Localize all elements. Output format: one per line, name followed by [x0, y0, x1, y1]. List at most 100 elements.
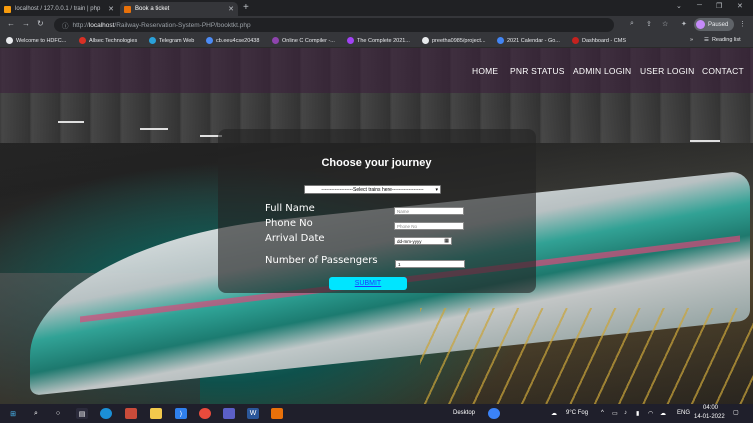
tab-title: Book a ticket — [135, 6, 170, 12]
ceiling-lamp — [690, 140, 720, 142]
star-icon[interactable]: ☆ — [662, 20, 668, 28]
chrome-icon[interactable] — [199, 408, 211, 419]
reading-list-button[interactable]: ☰ Reading list — [704, 37, 741, 43]
browser-tabstrip: localhost / 127.0.0.1 / train | php ✕ Bo… — [0, 0, 753, 16]
close-icon[interactable]: ✕ — [228, 5, 234, 13]
github-icon — [422, 37, 429, 44]
address-bar[interactable]: ⓘ http://localhost/Railway-Reservation-S… — [54, 18, 614, 32]
widgets-icon[interactable]: ▤ — [76, 408, 88, 419]
nav-user-login[interactable]: USER LOGIN — [640, 66, 694, 76]
bookmark-item[interactable]: Allsec Technologies — [79, 37, 137, 44]
clock-time[interactable]: 04:00 — [703, 405, 718, 411]
volume-icon[interactable]: ♪ — [624, 410, 627, 416]
notification-icon[interactable]: ▢ — [733, 409, 739, 416]
bookmark-label: Telegram Web — [159, 37, 195, 44]
bookmark-item[interactable]: Welcome to HDFC... — [6, 37, 66, 44]
new-tab-button[interactable]: + — [243, 2, 249, 13]
bookmark-item[interactable]: Telegram Web — [149, 37, 194, 44]
weather-text[interactable]: 9°C Fog — [566, 410, 588, 416]
word-icon[interactable]: W — [247, 408, 259, 419]
full-name-input[interactable]: Name — [394, 207, 464, 215]
chevron-up-icon[interactable]: ^ — [601, 410, 604, 416]
tab-title: localhost / 127.0.0.1 / train | php — [15, 6, 101, 12]
back-icon[interactable]: ← — [7, 19, 15, 28]
battery-icon[interactable]: ▮ — [636, 410, 639, 417]
edge-icon[interactable] — [100, 408, 112, 419]
passengers-label: Number of Passengers — [265, 255, 378, 266]
chevron-down-icon: ▾ — [435, 186, 438, 193]
app-tray-icon[interactable] — [488, 408, 500, 419]
vscode-icon[interactable]: ⟩ — [175, 408, 187, 419]
tab-search-icon[interactable]: ⌄ — [676, 2, 682, 10]
reading-list-label: Reading list — [711, 37, 741, 43]
submit-button[interactable]: SUBMIT — [329, 277, 407, 290]
forward-icon[interactable]: → — [22, 19, 30, 28]
bookmark-item[interactable]: cb.eeu4cse20438 — [206, 37, 259, 44]
nav-home[interactable]: HOME — [472, 66, 498, 76]
task-view-icon[interactable]: ○ — [52, 408, 64, 419]
phone-input[interactable]: Phone No — [394, 222, 464, 230]
wifi-icon[interactable]: ◠ — [648, 410, 653, 417]
windows-start-icon[interactable]: ⊞ — [7, 408, 19, 419]
zoom-icon[interactable]: ⌕ — [630, 20, 634, 28]
avatar — [696, 20, 705, 29]
more-bookmarks-icon[interactable]: » — [690, 37, 693, 43]
docs-icon — [497, 37, 504, 44]
url-host: localhost — [88, 21, 115, 29]
app-icon[interactable] — [125, 408, 137, 419]
nav-admin-login[interactable]: ADMIN LOGIN — [573, 66, 631, 76]
arrival-date-label: Arrival Date — [265, 233, 325, 244]
nav-contact[interactable]: CONTACT — [702, 66, 744, 76]
bookmark-item[interactable]: Dashboard - CMS — [572, 37, 626, 44]
bookmark-label: 2021 Calendar - Go... — [507, 37, 560, 44]
file-explorer-icon[interactable] — [150, 408, 162, 419]
teams-icon[interactable] — [223, 408, 235, 419]
bookmark-label: Online C Compiler -... — [282, 37, 335, 44]
share-icon[interactable]: ⇪ — [646, 20, 652, 28]
screen: localhost / 127.0.0.1 / train | php ✕ Bo… — [0, 0, 753, 423]
search-icon[interactable]: ⌕ — [30, 408, 42, 419]
minimize-icon[interactable]: ─ — [697, 2, 702, 9]
extensions-icon[interactable]: ✦ — [681, 20, 687, 28]
bookmark-item[interactable]: The Complete 2021... — [347, 37, 410, 44]
bookmarks-bar: Welcome to HDFC... Allsec Technologies T… — [0, 34, 753, 48]
full-name-label: Full Name — [265, 203, 315, 214]
tab-phpmyadmin[interactable]: localhost / 127.0.0.1 / train | php ✕ — [0, 2, 118, 16]
full-name-placeholder: Name — [397, 208, 410, 214]
language-indicator[interactable]: ENG — [677, 410, 690, 416]
bookmark-item[interactable]: 2021 Calendar - Go... — [497, 37, 560, 44]
clock-date[interactable]: 14-01-2022 — [694, 414, 725, 420]
course-icon — [347, 37, 354, 44]
profile-button[interactable]: Paused — [694, 18, 734, 31]
train-select[interactable]: -------------------Select trains here---… — [304, 185, 441, 194]
arrival-date-input[interactable]: dd-mm-yyyy ▦ — [394, 237, 452, 245]
arrival-date-value: dd-mm-yyyy — [397, 238, 422, 244]
bookmark-item[interactable]: preetha0985/project... — [422, 37, 486, 44]
bookmark-item[interactable]: Online C Compiler -... — [272, 37, 335, 44]
windows-taskbar: ⊞ ⌕ ○ ▤ ⟩ W Desktop ☁ 9°C Fog ^ ▭ ♪ ▮ ◠ … — [0, 404, 753, 423]
xampp-icon — [124, 5, 131, 13]
close-window-icon[interactable]: ✕ — [737, 2, 743, 10]
cloud-icon — [206, 37, 213, 44]
phpmyadmin-icon — [4, 5, 11, 13]
url-path: /Railway-Reservation-System-PHP/booktkt.… — [114, 21, 251, 29]
info-icon[interactable]: ⓘ — [62, 20, 69, 30]
tab-book-ticket[interactable]: Book a ticket ✕ — [120, 2, 238, 16]
close-icon[interactable]: ✕ — [108, 5, 114, 13]
network-icon[interactable]: ▭ — [612, 410, 618, 417]
passengers-value: 1 — [398, 261, 401, 267]
bookmark-label: Allsec Technologies — [89, 37, 138, 44]
calendar-icon[interactable]: ▦ — [444, 238, 449, 244]
reload-icon[interactable]: ↻ — [37, 19, 44, 28]
globe-icon — [6, 37, 13, 44]
ceiling-lamp — [58, 121, 84, 123]
site-header: HOME PNR STATUS ADMIN LOGIN USER LOGIN C… — [0, 48, 753, 93]
onedrive-icon[interactable]: ☁ — [660, 410, 666, 417]
restore-icon[interactable]: ❐ — [716, 2, 722, 10]
passengers-input[interactable]: 1 — [395, 260, 465, 268]
xampp-taskbar-icon[interactable] — [271, 408, 283, 419]
desktop-label[interactable]: Desktop — [453, 410, 475, 416]
nav-pnr-status[interactable]: PNR STATUS — [510, 66, 565, 76]
menu-icon[interactable]: ⋮ — [739, 20, 746, 28]
bookmark-label: Dashboard - CMS — [582, 37, 627, 44]
